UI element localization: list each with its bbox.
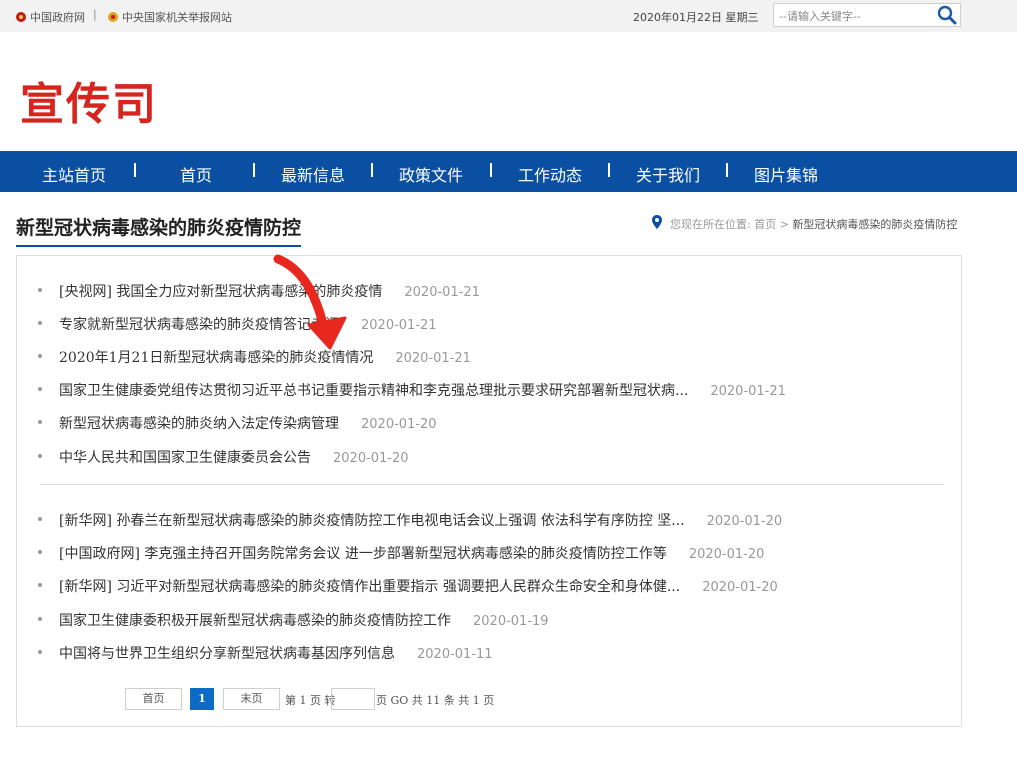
bullet-icon: [38, 617, 42, 621]
breadcrumb-current[interactable]: 新型冠状病毒感染的肺炎疫情防控: [792, 218, 957, 231]
breadcrumb: 您现在所在位置: 首页 > 新型冠状病毒感染的肺炎疫情防控: [670, 216, 957, 232]
list-divider: [40, 484, 944, 485]
breadcrumb-home-link[interactable]: 首页: [754, 218, 776, 231]
nav-item-gallery[interactable]: 图片集锦: [754, 162, 818, 186]
report-site-label[interactable]: 中央国家机关举报网站: [122, 11, 232, 24]
report-site-link[interactable]: 中央国家机关举报网站: [108, 9, 232, 25]
list-item[interactable]: 2020年1月21日新型冠状病毒感染的肺炎疫情情况 2020-01-21: [38, 347, 471, 367]
nav-item-about[interactable]: 关于我们: [636, 162, 700, 186]
news-title-link[interactable]: 国家卫生健康委积极开展新型冠状病毒感染的肺炎疫情防控工作: [59, 613, 451, 629]
list-item[interactable]: 新型冠状病毒感染的肺炎纳入法定传染病管理 2020-01-20: [38, 413, 437, 433]
nav-separator: [608, 163, 610, 177]
news-date: 2020-01-20: [688, 547, 765, 562]
bullet-icon: [38, 454, 42, 458]
list-item[interactable]: 专家就新型冠状病毒感染的肺炎疫情答记者问 2020-01-21: [38, 314, 437, 334]
news-title-link[interactable]: 国家卫生健康委党组传达贯彻习近平总书记重要指示精神和李克强总理批示要求研究部署新…: [59, 383, 688, 399]
news-title-link[interactable]: [中国政府网] 李克强主持召开国务院常务会议 进一步部署新型冠状病毒感染的肺炎疫…: [59, 546, 667, 562]
bullet-icon: [38, 550, 42, 554]
news-title-link[interactable]: 专家就新型冠状病毒感染的肺炎疫情答记者问: [59, 317, 339, 333]
page-go-info: 页 GO 共 11 条 共 1 页: [376, 694, 495, 707]
list-item[interactable]: [新华网] 孙春兰在新型冠状病毒感染的肺炎疫情防控工作电视电话会议上强调 依法科…: [38, 510, 782, 530]
nav-item-work[interactable]: 工作动态: [518, 162, 582, 186]
bullet-icon: [38, 321, 42, 325]
bullet-icon: [38, 583, 42, 587]
page-title: 新型冠状病毒感染的肺炎疫情防控: [16, 213, 302, 247]
current-date: 2020年01月22日 星期三: [633, 11, 759, 24]
news-date: 2020-01-21: [395, 351, 471, 366]
breadcrumb-prefix: 您现在所在位置:: [670, 218, 751, 231]
list-item[interactable]: [央视网] 我国全力应对新型冠状病毒感染的肺炎疫情 2020-01-21: [38, 281, 480, 301]
news-date: 2020-01-21: [404, 285, 480, 300]
bullet-icon: [38, 387, 42, 391]
news-title-link[interactable]: [央视网] 我国全力应对新型冠状病毒感染的肺炎疫情: [59, 284, 382, 300]
news-title-link[interactable]: 2020年1月21日新型冠状病毒感染的肺炎疫情情况: [59, 350, 373, 366]
news-date: 2020-01-21: [710, 384, 786, 399]
top-bar: 中国政府网 | 中央国家机关举报网站 2020年01月22日 星期三: [0, 0, 1017, 32]
page-jump-input[interactable]: [331, 688, 375, 710]
news-title-link[interactable]: [新华网] 习近平对新型冠状病毒感染的肺炎疫情作出重要指示 强调要把人民群众生命…: [59, 579, 680, 595]
search-icon[interactable]: [936, 5, 958, 25]
nav-separator: [490, 163, 492, 177]
news-date: 2020-01-21: [361, 318, 437, 333]
news-title-link[interactable]: 中华人民共和国国家卫生健康委员会公告: [59, 450, 311, 466]
nav-separator: [726, 163, 728, 177]
list-item[interactable]: [中国政府网] 李克强主持召开国务院常务会议 进一步部署新型冠状病毒感染的肺炎疫…: [38, 543, 764, 563]
news-title-link[interactable]: 中国将与世界卫生组织分享新型冠状病毒基因序列信息: [59, 646, 395, 662]
page-info: 第 1 页 转: [285, 694, 336, 707]
news-title-link[interactable]: 新型冠状病毒感染的肺炎纳入法定传染病管理: [59, 416, 339, 432]
nav-item-home[interactable]: 首页: [180, 162, 212, 186]
national-emblem-icon: [16, 12, 26, 22]
list-item[interactable]: 中国将与世界卫生组织分享新型冠状病毒基因序列信息 2020-01-11: [38, 643, 493, 663]
main-nav: 主站首页 首页 最新信息 政策文件 工作动态 关于我们 图片集锦: [0, 151, 1017, 192]
nav-separator: [253, 163, 255, 177]
news-title-link[interactable]: [新华网] 孙春兰在新型冠状病毒感染的肺炎疫情防控工作电视电话会议上强调 依法科…: [59, 513, 685, 529]
nav-item-main-home[interactable]: 主站首页: [42, 162, 106, 186]
bullet-icon: [38, 650, 42, 654]
search-box: [773, 3, 961, 27]
topbar-separator: |: [93, 8, 97, 21]
bullet-icon: [38, 517, 42, 521]
first-page-button[interactable]: 首页: [125, 688, 182, 710]
news-date: 2020-01-19: [473, 614, 549, 629]
list-item[interactable]: [新华网] 习近平对新型冠状病毒感染的肺炎疫情作出重要指示 强调要把人民群众生命…: [38, 576, 778, 596]
news-date: 2020-01-20: [702, 580, 778, 595]
news-date: 2020-01-20: [333, 451, 409, 466]
list-item[interactable]: 国家卫生健康委积极开展新型冠状病毒感染的肺炎疫情防控工作 2020-01-19: [38, 610, 549, 630]
nav-item-latest[interactable]: 最新信息: [281, 162, 345, 186]
list-item[interactable]: 国家卫生健康委党组传达贯彻习近平总书记重要指示精神和李克强总理批示要求研究部署新…: [38, 380, 786, 400]
search-input[interactable]: [777, 6, 936, 26]
breadcrumb-arrow: >: [779, 218, 789, 231]
gov-portal-label[interactable]: 中国政府网: [30, 11, 85, 24]
nav-item-policy[interactable]: 政策文件: [399, 162, 463, 186]
last-page-button[interactable]: 末页: [223, 688, 280, 710]
site-logo: 宣传司: [20, 79, 158, 130]
bullet-icon: [38, 288, 42, 292]
nav-separator: [134, 163, 136, 177]
report-site-icon: [108, 12, 118, 22]
bullet-icon: [38, 420, 42, 424]
location-pin-icon: [652, 215, 662, 229]
news-date: 2020-01-20: [361, 417, 437, 432]
list-item[interactable]: 中华人民共和国国家卫生健康委员会公告 2020-01-20: [38, 447, 409, 467]
current-page-button[interactable]: 1: [190, 688, 214, 710]
news-date: 2020-01-20: [706, 514, 783, 529]
gov-portal-link[interactable]: 中国政府网: [16, 9, 85, 25]
nav-separator: [371, 163, 373, 177]
news-date: 2020-01-11: [417, 647, 493, 662]
bullet-icon: [38, 354, 42, 358]
